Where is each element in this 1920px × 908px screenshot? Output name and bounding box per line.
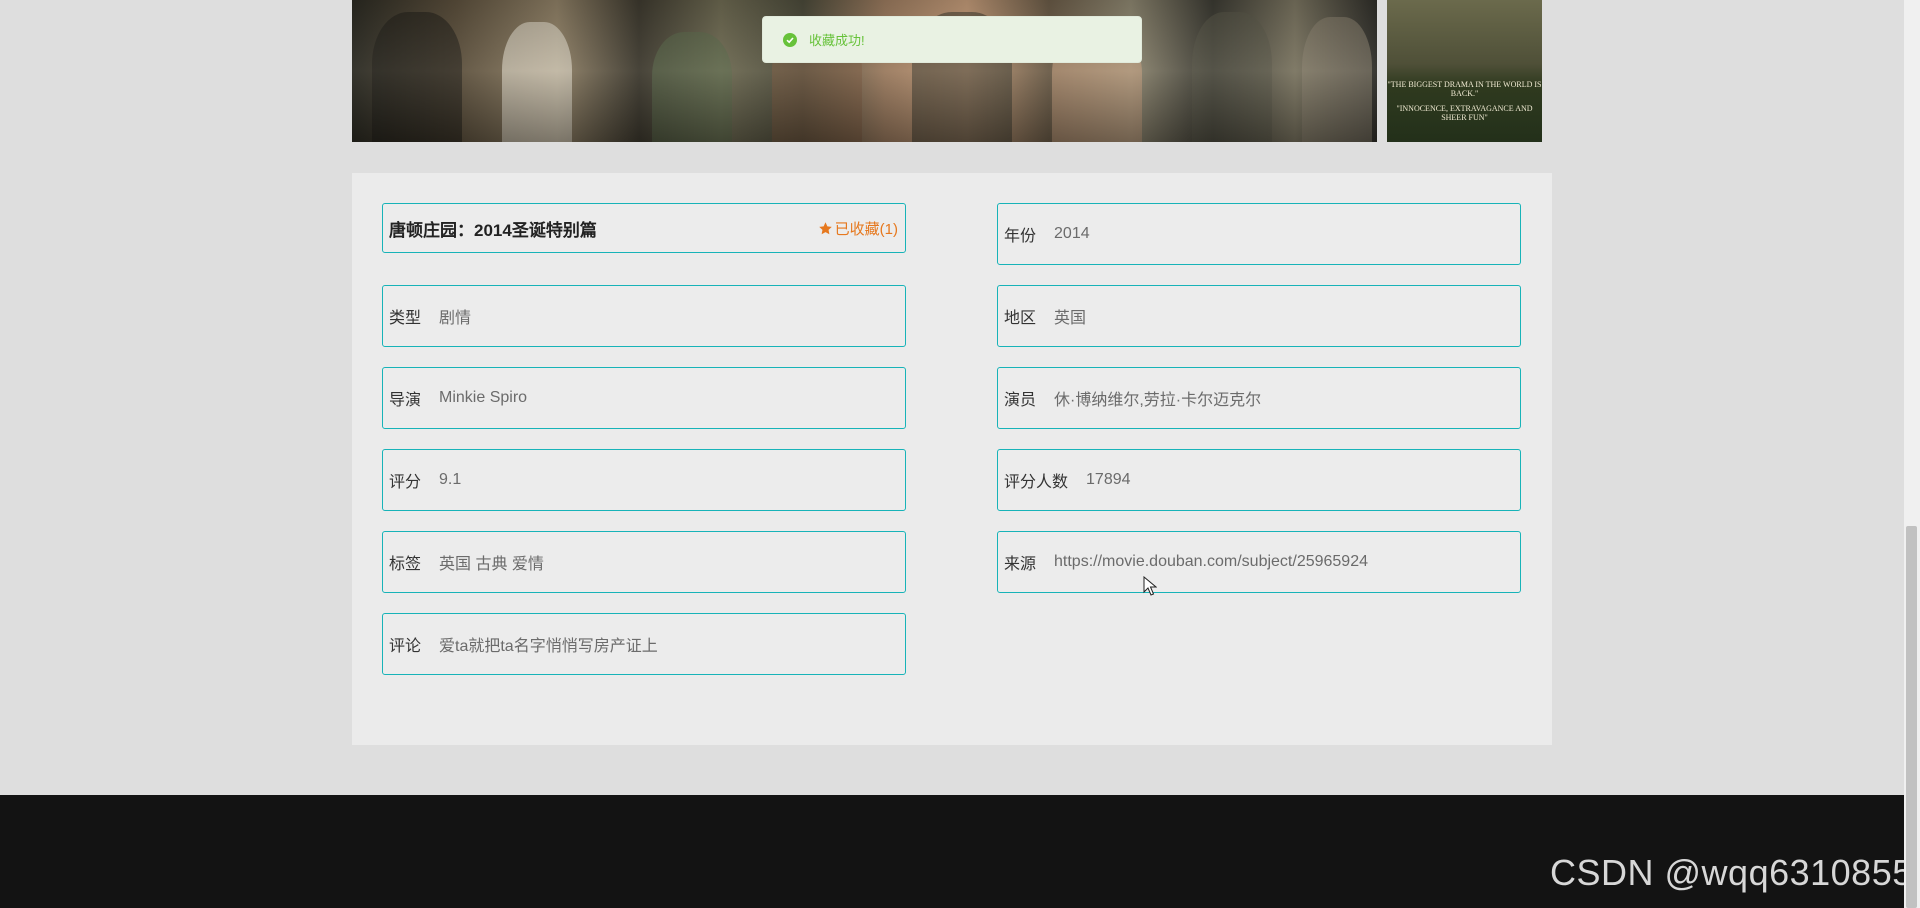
rating-count-label: 评分人数 (1004, 474, 1069, 491)
movie-title: 唐顿庄园：2014圣诞特别篇 (389, 220, 597, 240)
tags-field: 标签 英国 古典 爱情 (382, 531, 906, 593)
title-field: 唐顿庄园：2014圣诞特别篇 已收藏(1) (382, 203, 906, 253)
year-value: 2014 (1054, 225, 1090, 242)
favorite-button[interactable]: 已收藏(1) (818, 218, 898, 239)
rating-field: 评分 9.1 (382, 449, 906, 511)
comment-label: 评论 (389, 638, 422, 655)
director-label: 导演 (389, 392, 422, 409)
csdn-watermark: CSDN @wqq6310855 (1550, 852, 1913, 893)
region-value: 英国 (1054, 310, 1087, 327)
rating-value: 9.1 (439, 471, 462, 488)
region-label: 地区 (1004, 310, 1037, 327)
poster-quote-1: "THE BIGGEST DRAMA IN THE WORLD IS BACK.… (1387, 80, 1542, 98)
region-field: 地区 英国 (997, 285, 1521, 347)
toast-message: 收藏成功! (809, 33, 865, 48)
star-icon (818, 221, 832, 234)
genre-label: 类型 (389, 310, 422, 327)
scrollbar-thumb[interactable] (1906, 526, 1917, 908)
favorite-label: 已收藏(1) (834, 220, 898, 238)
genre-value: 剧情 (439, 310, 472, 327)
genre-field: 类型 剧情 (382, 285, 906, 347)
source-link[interactable]: https://movie.douban.com/subject/2596592… (1054, 553, 1368, 571)
check-circle-icon (783, 32, 797, 47)
rating-label: 评分 (389, 474, 422, 491)
success-toast: 收藏成功! (762, 16, 1142, 63)
movie-poster-image: "THE BIGGEST DRAMA IN THE WORLD IS BACK.… (1387, 0, 1542, 142)
actors-field: 演员 休·博纳维尔,劳拉·卡尔迈克尔 (997, 367, 1521, 429)
source-label: 来源 (1004, 556, 1037, 573)
rating-count-field: 评分人数 17894 (997, 449, 1521, 511)
source-field: 来源 https://movie.douban.com/subject/2596… (997, 531, 1521, 593)
comment-field: 评论 爱ta就把ta名字悄悄写房产证上 (382, 613, 906, 675)
director-field: 导演 Minkie Spiro (382, 367, 906, 429)
director-value: Minkie Spiro (439, 389, 528, 406)
poster-quote-2: "INNOCENCE, EXTRAVAGANCE AND SHEER FUN" (1396, 104, 1533, 122)
movie-info-panel: 唐顿庄园：2014圣诞特别篇 已收藏(1) 年份 2014 类型 剧情 地区 英… (352, 173, 1552, 745)
year-field: 年份 2014 (997, 203, 1521, 265)
mouse-cursor-icon (1143, 576, 1157, 596)
actors-label: 演员 (1004, 392, 1037, 409)
year-label: 年份 (1004, 228, 1037, 245)
actors-value: 休·博纳维尔,劳拉·卡尔迈克尔 (1054, 392, 1262, 409)
tags-value: 英国 古典 爱情 (439, 556, 544, 573)
comment-value: 爱ta就把ta名字悄悄写房产证上 (439, 638, 658, 655)
rating-count-value: 17894 (1086, 471, 1131, 488)
tags-label: 标签 (389, 556, 422, 573)
